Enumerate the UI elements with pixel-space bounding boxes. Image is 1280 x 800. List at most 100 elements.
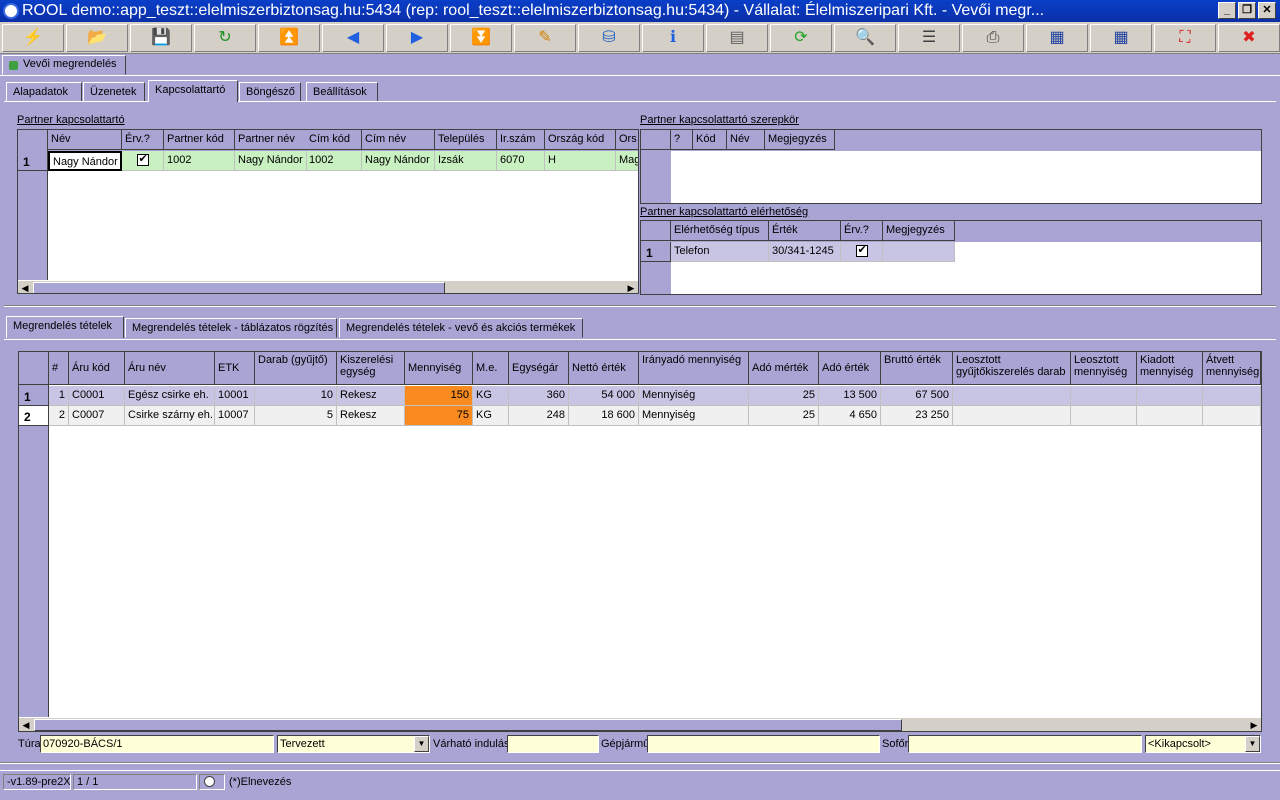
tab-bongeszo[interactable]: Böngésző: [239, 82, 301, 102]
items-col-header[interactable]: Kiadott mennyiség: [1137, 352, 1203, 385]
row-header[interactable]: 1: [641, 242, 671, 262]
item-cell-n[interactable]: 1: [49, 386, 69, 406]
toolbar-info-button[interactable]: ℹ: [642, 24, 704, 52]
item-cell-ado_m[interactable]: 25: [749, 386, 819, 406]
contact-col-header[interactable]: Érv.?: [122, 130, 164, 150]
contact-cell-irszam[interactable]: 6070: [497, 151, 545, 171]
contact-col-header[interactable]: Ir.szám: [497, 130, 545, 150]
reach-col-header[interactable]: Elérhetőség típus: [671, 221, 769, 241]
items-col-header[interactable]: Adó érték: [819, 352, 881, 385]
item-cell-brutto[interactable]: 67 500: [881, 386, 953, 406]
item-cell-kod[interactable]: C0001: [69, 386, 125, 406]
toolbar-prev-button[interactable]: ◀: [322, 24, 384, 52]
item-cell-kisz[interactable]: Rekesz: [337, 386, 405, 406]
role-col-header[interactable]: Kód: [693, 130, 727, 150]
items-col-header[interactable]: Adó mérték: [749, 352, 819, 385]
toolbar-layout-button[interactable]: ▤: [706, 24, 768, 52]
item-cell-empty[interactable]: [1137, 406, 1203, 426]
item-cell-etk[interactable]: 10001: [215, 386, 255, 406]
tab-tetelek-2[interactable]: Megrendelés tételek - vevő és akciós ter…: [339, 318, 583, 338]
contact-cell-partner_nev[interactable]: Nagy Nándor: [235, 151, 307, 171]
contact-col-header[interactable]: Ors: [616, 130, 638, 150]
items-hscroll[interactable]: ◀ ▶: [19, 717, 1261, 731]
toolbar-first-button[interactable]: ⏫: [258, 24, 320, 52]
checkbox-icon[interactable]: [855, 244, 868, 258]
role-grid[interactable]: ? Kód Név Megjegyzés: [640, 129, 1262, 204]
toolbar-sync-button[interactable]: ⟳: [770, 24, 832, 52]
item-cell-egysegar[interactable]: 360: [509, 386, 569, 406]
items-col-header[interactable]: Mennyiség: [405, 352, 473, 385]
toolbar-columns-button[interactable]: ☰: [898, 24, 960, 52]
items-col-header[interactable]: Bruttó érték: [881, 352, 953, 385]
toolbar-print-button[interactable]: ⎙: [962, 24, 1024, 52]
contact-grid[interactable]: ◀ ▶ Név Érv.? Partner kód Partner név Cím kó…: [17, 129, 639, 294]
scroll-left-icon[interactable]: ◀: [18, 281, 32, 293]
checkbox-icon[interactable]: [136, 153, 149, 167]
ervenyes-cell[interactable]: [122, 151, 164, 171]
item-cell-ado_m[interactable]: 25: [749, 406, 819, 426]
items-col-header[interactable]: Kiszerelési egység: [337, 352, 405, 385]
sofor-input[interactable]: [908, 735, 1142, 753]
item-cell-netto[interactable]: 18 600: [569, 406, 639, 426]
toolbar-exit-button[interactable]: ✖: [1218, 24, 1280, 52]
scroll-thumb[interactable]: [33, 282, 445, 293]
items-col-header[interactable]: Átvett mennyiség: [1203, 352, 1261, 385]
role-col-header[interactable]: Megjegyzés: [765, 130, 835, 150]
toolbar-open-button[interactable]: 📂: [66, 24, 128, 52]
reach-cell-tipus[interactable]: Telefon: [671, 242, 769, 262]
items-col-header[interactable]: Irányadó mennyiség: [639, 352, 749, 385]
gepjarmu-input[interactable]: [647, 735, 880, 753]
item-cell-nev[interactable]: Csirke szárny eh.: [125, 406, 215, 426]
reach-col-header[interactable]: Megjegyzés: [883, 221, 955, 241]
items-col-header[interactable]: Leosztott mennyiség: [1071, 352, 1137, 385]
toolbar-fit-button[interactable]: ⛶: [1154, 24, 1216, 52]
item-cell-menny[interactable]: 75: [405, 406, 473, 426]
item-cell-etk[interactable]: 10007: [215, 406, 255, 426]
chevron-down-icon[interactable]: ▼: [414, 736, 429, 752]
tab-uzenetek[interactable]: Üzenetek: [83, 82, 145, 102]
item-cell-empty[interactable]: [1203, 406, 1261, 426]
tab-tetelek-0[interactable]: Megrendelés tételek: [6, 316, 124, 338]
reach-col-header[interactable]: Érv.?: [841, 221, 883, 241]
items-col-header[interactable]: #: [49, 352, 69, 385]
item-cell-me[interactable]: KG: [473, 386, 509, 406]
row-header[interactable]: 1: [18, 151, 48, 171]
scroll-left-icon[interactable]: ◀: [19, 718, 33, 731]
toolbar-wizard-button[interactable]: ⚡: [2, 24, 64, 52]
toolbar-edit-button[interactable]: ✎: [514, 24, 576, 52]
item-cell-empty[interactable]: [953, 406, 1071, 426]
items-col-header[interactable]: Nettó érték: [569, 352, 639, 385]
scroll-thumb[interactable]: [34, 719, 902, 731]
item-cell-ado_e[interactable]: 4 650: [819, 406, 881, 426]
contact-col-header[interactable]: Ország kód: [545, 130, 616, 150]
toolbar-refresh-button[interactable]: ↻: [194, 24, 256, 52]
item-cell-iranyado[interactable]: Mennyiség: [639, 406, 749, 426]
item-cell-nev[interactable]: Egész csirke eh.: [125, 386, 215, 406]
tab-kapcsolattarto[interactable]: Kapcsolattartó: [148, 80, 238, 102]
row-header[interactable]: 2: [19, 406, 49, 426]
role-col-header[interactable]: Név: [727, 130, 765, 150]
item-cell-empty[interactable]: [1203, 386, 1261, 406]
item-cell-darab[interactable]: 5: [255, 406, 337, 426]
order-items-grid[interactable]: ◀ ▶ # Áru kód Áru név ETK Darab (gyűjtő) Kisz…: [18, 351, 1262, 732]
item-cell-ado_e[interactable]: 13 500: [819, 386, 881, 406]
item-cell-me[interactable]: KG: [473, 406, 509, 426]
contact-cell-telepules[interactable]: Izsák: [435, 151, 497, 171]
item-cell-iranyado[interactable]: Mennyiség: [639, 386, 749, 406]
contact-cell-partner_kod[interactable]: 1002: [164, 151, 235, 171]
contact-cell-orszag_kod[interactable]: H: [545, 151, 616, 171]
item-cell-kod[interactable]: C0007: [69, 406, 125, 426]
restore-button[interactable]: ❐: [1238, 2, 1256, 19]
contact-cell-nev[interactable]: Nagy Nándor: [48, 151, 122, 171]
minimize-button[interactable]: _: [1218, 2, 1236, 19]
toolbar-save-button[interactable]: 💾: [130, 24, 192, 52]
kapcsolo-select[interactable]: <Kikapcsolt> ▼: [1145, 735, 1261, 753]
contact-cell-ors[interactable]: Mag: [616, 151, 638, 171]
varhato-input[interactable]: [507, 735, 599, 753]
items-col-header[interactable]: Leosztott gyűjtőkiszerelés darab: [953, 352, 1071, 385]
contact-col-header[interactable]: Cím név: [362, 130, 435, 150]
tura-status-select[interactable]: Tervezett ▼: [277, 735, 430, 753]
item-cell-egysegar[interactable]: 248: [509, 406, 569, 426]
row-header[interactable]: 1: [19, 386, 49, 406]
reach-cell-ertek[interactable]: 30/341-1245: [769, 242, 841, 262]
